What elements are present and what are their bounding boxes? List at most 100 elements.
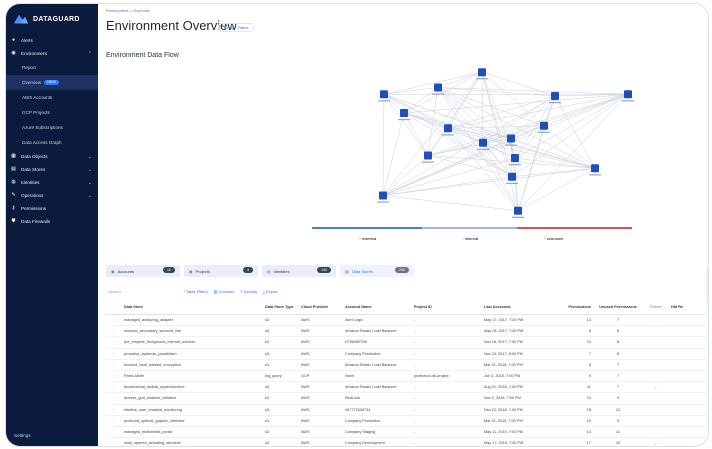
table-cell: Company Staging	[345, 429, 376, 434]
sidebar-item-azure-subscriptions[interactable]: Azure Subscriptions	[6, 120, 98, 135]
table-cell: 7	[588, 351, 591, 356]
wrench-icon: ✎	[11, 192, 16, 198]
sidebar-item-overview[interactable]: Overview NEW	[6, 75, 98, 90]
table-cell: May 11, 2019, 7:00 PM	[484, 429, 523, 434]
column-header[interactable]: Project ID	[414, 305, 484, 309]
tab-data-stores[interactable]: ▤ Data Stores 260	[340, 265, 414, 277]
legend-label-internal: ⌇ internal	[462, 236, 479, 241]
table-cell: 9	[616, 418, 620, 423]
row-menu-icon[interactable]: ⋮	[106, 340, 120, 345]
column-header[interactable]: Account Name	[345, 305, 414, 309]
table-cell: Dec 22, 2018, 7:00 PM	[484, 407, 523, 412]
row-menu-icon[interactable]: ⋮	[106, 318, 120, 323]
sidebar-item-environment[interactable]: ◉ Environment ⌃	[6, 47, 98, 60]
search-input[interactable]: Search...	[108, 289, 124, 294]
table-cell: D796490758	[345, 340, 367, 345]
sidebar-item-alerts[interactable]: ● Alerts	[6, 34, 98, 47]
breadcrumb[interactable]: Environment > Overview	[106, 8, 150, 13]
legend-bar-external	[312, 227, 422, 229]
table-cell: 11	[616, 429, 620, 434]
table-cell: -	[655, 396, 657, 401]
columns-button[interactable]: ▥ Columns	[214, 289, 235, 294]
table-row[interactable]: ⋮ Parks-Miller big_query GCP None protection-…	[106, 371, 706, 383]
sidebar-item-operations[interactable]: ✎ Operations ⌄	[6, 189, 98, 202]
table-row[interactable]: ⋮ fundamental_radical_superstructure s3 AWS…	[106, 382, 706, 394]
table-row[interactable]: ⋮ proactive_systemic_parallelism s3 AWS Comp…	[106, 349, 706, 360]
row-menu-icon[interactable]: ⋮	[106, 374, 120, 379]
row-menu-icon[interactable]: ⋮	[106, 362, 120, 367]
flow-node-icon[interactable]	[549, 92, 561, 104]
row-menu-icon[interactable]: ⋮	[106, 429, 120, 434]
table-row[interactable]: ⋮ multi_layered_actuating_structure s3 AWS C…	[106, 438, 706, 446]
table-filters-button[interactable]: ⫶ Table Filters	[184, 289, 208, 294]
row-menu-icon[interactable]: ⋮	[106, 441, 120, 446]
table-row[interactable]: ⋮ managed_analyzing_adapter s3 AWS Alert Log…	[106, 315, 706, 327]
tab-identities[interactable]: ◍ Identities 140	[262, 265, 336, 277]
table-cell: AWS	[301, 329, 310, 334]
table-cell: GCP	[301, 374, 310, 379]
table-cell: 12	[615, 407, 621, 412]
column-header[interactable]: Data Store Type	[265, 305, 301, 309]
tab-accounts[interactable]: ◉ Accounts 12	[106, 265, 180, 277]
column-header[interactable]: Last Accessed	[484, 305, 556, 309]
table-cell: AWS	[301, 340, 310, 345]
table-row[interactable]: ⋮ pre_emptive_foreground_internet_solutio…	[106, 337, 706, 349]
table-cell: pre_emptive_foreground_internet_solution	[124, 340, 196, 345]
table-cell: AWS	[301, 318, 310, 323]
table-row[interactable]: ⋮ managed_multimedia_portal s3 AWS Company S…	[106, 427, 706, 439]
table-cell: -	[655, 351, 657, 356]
column-header[interactable]: Data Store	[120, 305, 265, 309]
tab-projects[interactable]: ◉ Projects 4	[184, 265, 258, 277]
key-icon: ⚷	[11, 205, 16, 211]
sidebar-item-report[interactable]: Report	[6, 60, 98, 75]
table-row[interactable]: ⋮ diverse_grid_enabled_initiative s3 AWS Red…	[106, 393, 706, 405]
sidebar-item-label: Operations	[21, 193, 44, 198]
data-stores-icon: ▤	[345, 268, 349, 274]
table-toolbar: Search... ⫶ Table Filters ▥ Columns ≡ De…	[106, 288, 706, 298]
row-menu-icon[interactable]: ⋮	[106, 396, 120, 401]
table-cell: Parks-Miller	[124, 374, 145, 379]
table-cell: 18	[586, 407, 591, 412]
row-menu-icon[interactable]: ⋮	[106, 329, 120, 334]
table-cell: s3	[265, 329, 270, 334]
sidebar-item-aws-accounts[interactable]: AWS Accounts	[6, 90, 98, 105]
table-row[interactable]: ⋮ intuitive_user_enabled_monitoring s3 AWS 4…	[106, 405, 706, 416]
chevron-down-icon: ⌄	[87, 166, 92, 173]
flow-node-icon[interactable]	[422, 151, 434, 163]
sidebar-item-data-firewalls[interactable]: ⛊ Data Firewalls	[6, 215, 98, 228]
page-filters-button[interactable]: ▾ Page Filters	[218, 23, 255, 32]
table-cell: None	[345, 374, 355, 379]
export-button[interactable]: ⤓ Export	[263, 289, 277, 294]
sidebar-item-data-access-graph[interactable]: Data Access Graph	[6, 135, 98, 150]
column-header[interactable]: Cloud Provider	[301, 305, 345, 309]
logo[interactable]: DATAGUARD	[6, 4, 98, 28]
table-row[interactable]: ⋮ focused_fault_tolerant_encryption s3 AWS A…	[106, 360, 706, 371]
table-row[interactable]: ⋮ reduced_secondary_secured_line s3 AWS Amaz…	[106, 326, 706, 338]
sidebar-item-gcp-projects[interactable]: GCP Projects	[6, 105, 98, 120]
row-menu-icon[interactable]: ⋮	[106, 418, 120, 423]
projects-icon: ◉	[189, 268, 193, 274]
sidebar-item-data-stores[interactable]: ▤ Data Stores ⌄	[6, 163, 98, 176]
settings-link[interactable]: Settings	[14, 433, 31, 438]
column-header[interactable]: Public	[641, 305, 671, 309]
row-menu-icon[interactable]: ⋮	[106, 385, 120, 390]
table-cell: 7	[616, 318, 620, 323]
table-body: ⋮ managed_analyzing_adapter s3 AWS Alert Log…	[106, 315, 706, 446]
table-cell: 10	[586, 418, 591, 423]
row-menu-icon[interactable]: ⋮	[106, 351, 120, 356]
table-cell: 10	[615, 441, 621, 446]
density-button[interactable]: ≡ Density	[240, 289, 257, 294]
table-cell: profound_optimal_graphic_interface	[124, 418, 185, 423]
tab-count: 260	[395, 267, 409, 273]
sidebar-item-identities[interactable]: ◍ Identities ⌄	[6, 176, 98, 189]
column-header[interactable]: Permissions	[556, 305, 595, 309]
table-row[interactable]: ⋮ profound_optimal_graphic_interface s3 AWS…	[106, 416, 706, 427]
data-flow-graph[interactable]	[328, 62, 648, 232]
flow-edge	[382, 176, 513, 196]
sidebar-item-permissions[interactable]: ⚷ Permissions	[6, 202, 98, 215]
column-header[interactable]: Hid Re	[671, 305, 683, 309]
row-menu-icon[interactable]: ⋮	[106, 407, 120, 412]
column-header[interactable]: Unused Permissions	[595, 305, 641, 309]
grid-icon: ▦	[11, 153, 16, 159]
sidebar-item-data-objects[interactable]: ▦ Data Objects ⌄	[6, 150, 98, 163]
